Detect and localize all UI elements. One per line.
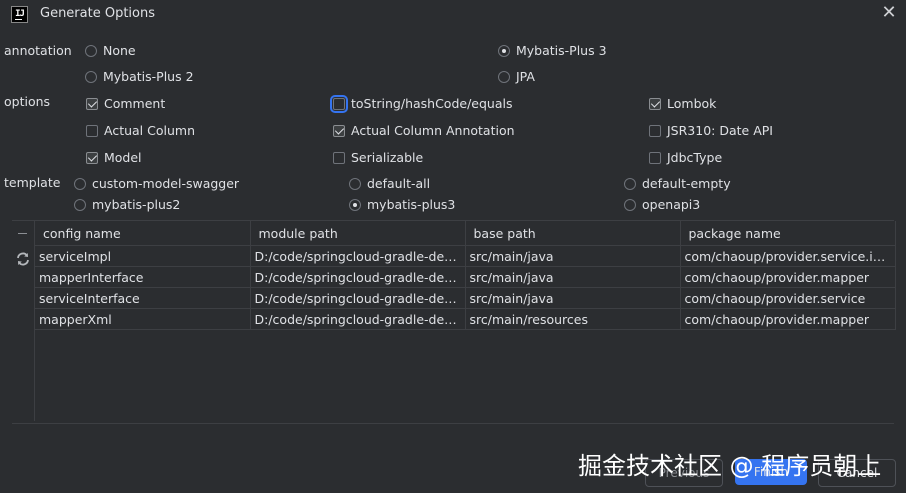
option-jsr310-checkbox[interactable]: JSR310: Date API [649,123,773,138]
annotation-mybatis-plus-2-radio[interactable]: Mybatis-Plus 2 [85,69,194,84]
table-cell[interactable]: src/main/java [465,245,681,267]
template-label: template [4,175,61,190]
intellij-icon: IJ [11,6,28,23]
table-cell[interactable]: D:/code/springcloud-gradle-dem... [250,245,466,267]
checkbox-label: Actual Column Annotation [351,123,515,138]
table-cell[interactable]: src/main/java [465,287,681,309]
table-cell[interactable]: src/main/resources [465,308,681,330]
checkbox-label: Actual Column [104,123,196,138]
table-cell[interactable]: serviceImpl [35,245,251,267]
option-actual-column-annotation-checkbox[interactable]: Actual Column Annotation [333,123,515,138]
option-jdbctype-checkbox[interactable]: JdbcType [649,150,722,165]
radio-label: Mybatis-Plus 3 [516,43,607,58]
table-cell[interactable]: mapperInterface [35,266,251,288]
radio-selected-icon [349,198,361,211]
table-cell[interactable]: com/chaoup/provider.service.impl [680,245,896,267]
table-cell[interactable]: D:/code/springcloud-gradle-dem... [250,308,466,330]
checkbox-icon [330,94,348,113]
remove-icon[interactable] [18,233,27,234]
checkbox-checked-icon [649,97,661,110]
checkbox-icon [86,124,98,137]
radio-icon [74,177,86,190]
radio-label: default-all [367,176,431,191]
column-header-module-path[interactable]: module path [250,221,466,246]
annotation-jpa-radio[interactable]: JPA [498,69,535,84]
radio-icon [624,177,636,190]
checkbox-icon [649,124,661,137]
checkbox-label: Serializable [351,150,424,165]
table-row[interactable]: mapperInterface D:/code/springcloud-grad… [35,266,896,288]
table-cell[interactable]: com/chaoup/provider.mapper [680,308,896,330]
radio-label: JPA [516,69,535,84]
checkbox-checked-icon [86,97,98,110]
refresh-icon[interactable] [15,251,31,267]
option-tostring-checkbox[interactable]: toString/hashCode/equals [330,94,513,113]
table-header-row: config name module path base path packag… [35,221,896,246]
checkbox-checked-icon [333,124,345,137]
checkbox-label: JSR310: Date API [667,123,773,138]
checkbox-label: toString/hashCode/equals [351,96,513,111]
radio-label: Mybatis-Plus 2 [103,69,194,84]
radio-selected-icon [498,44,510,57]
template-custom-model-swagger-radio[interactable]: custom-model-swagger [74,176,239,191]
close-icon[interactable]: ✕ [880,4,898,22]
options-label: options [4,94,51,109]
radio-label: mybatis-plus3 [367,197,456,212]
radio-label: openapi3 [642,197,701,212]
annotation-none-radio[interactable]: None [85,43,136,58]
option-actual-column-checkbox[interactable]: Actual Column [86,123,195,138]
table-cell[interactable]: src/main/java [465,266,681,288]
radio-label: None [103,43,136,58]
column-header-config-name[interactable]: config name [35,221,251,246]
table-cell[interactable]: com/chaoup/provider.mapper [680,266,896,288]
radio-label: custom-model-swagger [92,176,240,191]
column-header-base-path[interactable]: base path [465,221,681,246]
annotation-mybatis-plus-3-radio[interactable]: Mybatis-Plus 3 [498,43,607,58]
table-row[interactable]: mapperXml D:/code/springcloud-gradle-dem… [35,308,896,330]
radio-icon [624,198,636,211]
option-comment-checkbox[interactable]: Comment [86,96,165,111]
radio-icon [85,70,97,83]
table-row[interactable]: serviceImpl D:/code/springcloud-gradle-d… [35,245,896,267]
checkbox-checked-icon [86,151,98,164]
option-serializable-checkbox[interactable]: Serializable [333,150,423,165]
radio-icon [85,44,97,57]
radio-label: default-empty [642,176,731,191]
option-model-checkbox[interactable]: Model [86,150,142,165]
template-default-all-radio[interactable]: default-all [349,176,430,191]
option-lombok-checkbox[interactable]: Lombok [649,96,716,111]
table-cell[interactable]: serviceInterface [35,287,251,309]
checkbox-icon [333,151,345,164]
template-openapi3-radio[interactable]: openapi3 [624,197,700,212]
template-mybatis-plus3-radio[interactable]: mybatis-plus3 [349,197,455,212]
checkbox-icon [649,151,661,164]
template-mybatis-plus2-radio[interactable]: mybatis-plus2 [74,197,180,212]
radio-icon [74,198,86,211]
checkbox-label: JdbcType [667,150,723,165]
watermark-text: 掘金技术社区 @ 程序员朝上 [578,452,882,480]
checkbox-label: Model [104,150,142,165]
title-bar: IJ Generate Options ✕ [0,0,906,28]
table-cell[interactable]: D:/code/springcloud-gradle-dem... [250,266,466,288]
annotation-label: annotation [4,43,72,58]
template-default-empty-radio[interactable]: default-empty [624,176,731,191]
table-row[interactable]: serviceInterface D:/code/springcloud-gra… [35,287,896,309]
column-header-package-name[interactable]: package name [680,221,896,246]
config-table: config name module path base path packag… [35,221,896,330]
checkbox-label: Comment [104,96,166,111]
checkbox-label: Lombok [667,96,717,111]
table-cell[interactable]: D:/code/springcloud-gradle-dem... [250,287,466,309]
radio-icon [498,70,510,83]
table-cell[interactable]: mapperXml [35,308,251,330]
radio-label: mybatis-plus2 [92,197,181,212]
radio-icon [349,177,361,190]
table-cell[interactable]: com/chaoup/provider.service [680,287,896,309]
window-title: Generate Options [40,6,156,21]
